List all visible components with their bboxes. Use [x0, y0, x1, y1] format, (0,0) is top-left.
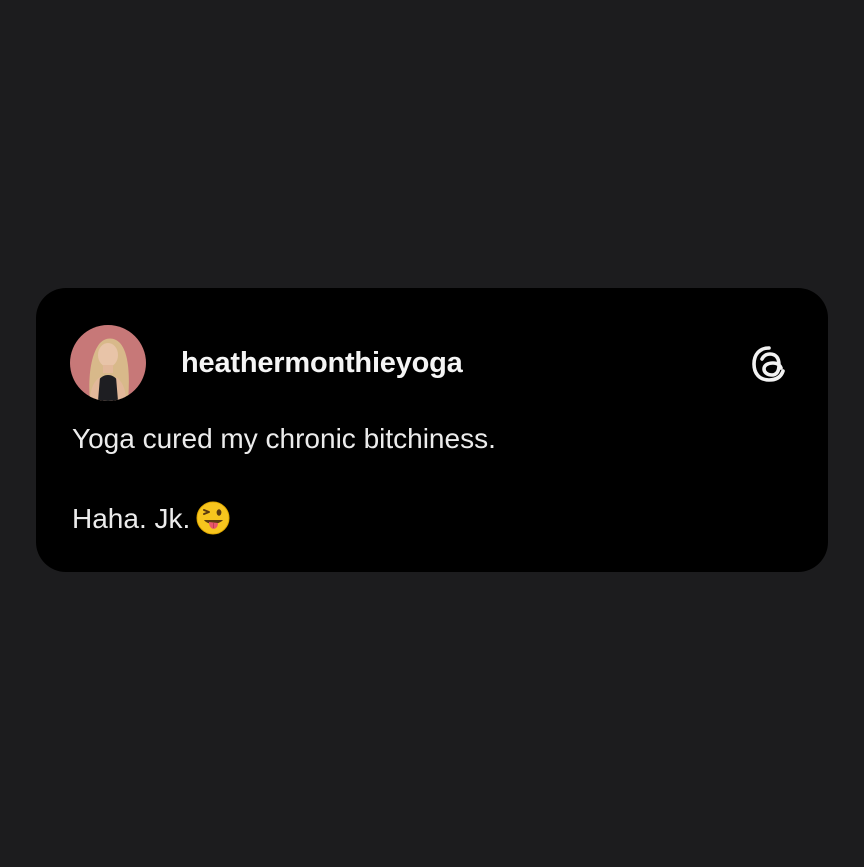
- winking-face-with-tongue-icon: [196, 501, 230, 535]
- avatar-photo-icon: [70, 325, 146, 401]
- threads-logo-icon[interactable]: [749, 344, 789, 384]
- post-body: Yoga cured my chronic bitchiness. Haha. …: [72, 419, 772, 539]
- username[interactable]: heathermonthieyoga: [181, 346, 463, 380]
- post-text-line-2: Haha. Jk.: [72, 499, 772, 539]
- avatar[interactable]: [70, 325, 146, 401]
- post-card: heathermonthieyoga Yoga cured my chronic…: [36, 288, 828, 572]
- post-text-line-1: Yoga cured my chronic bitchiness.: [72, 423, 496, 454]
- post-text-line-2-text: Haha. Jk.: [72, 503, 191, 534]
